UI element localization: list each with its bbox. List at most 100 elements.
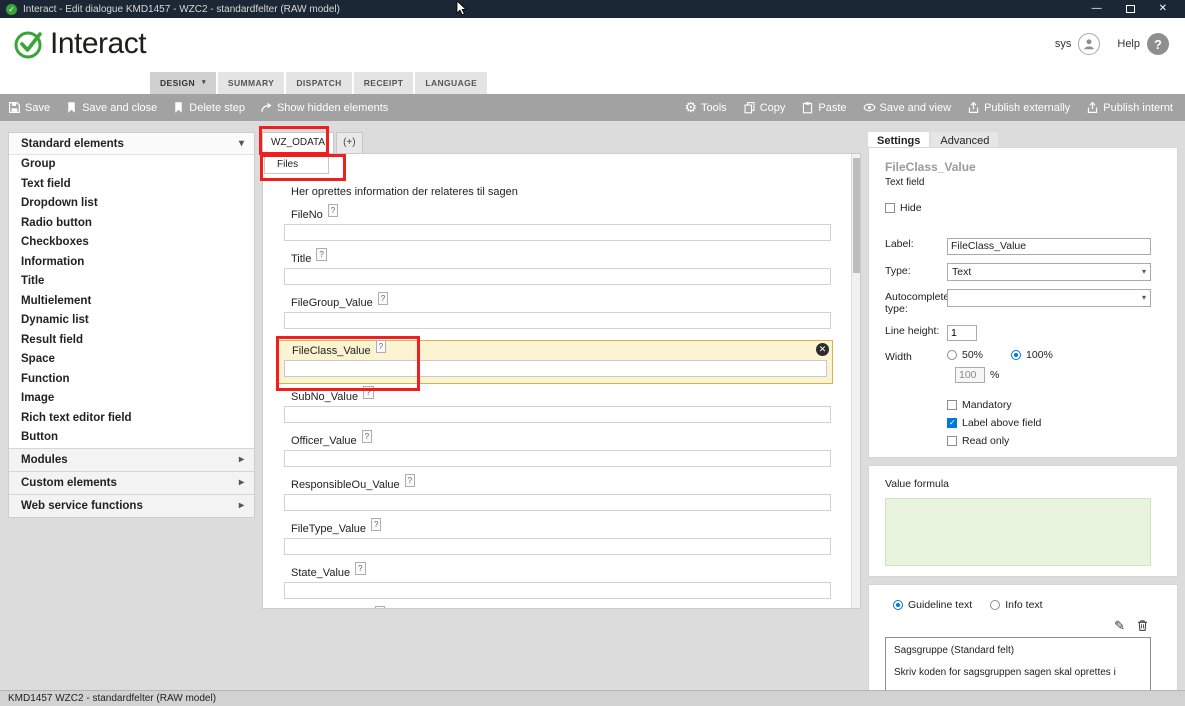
line-height-input[interactable] <box>947 325 977 341</box>
mandatory-checkbox[interactable] <box>947 400 957 410</box>
autocomplete-select[interactable]: ▾ <box>947 289 1151 307</box>
save-button[interactable]: Save <box>8 101 50 114</box>
sidebar-item-button[interactable]: Button <box>9 428 254 448</box>
form-field-officer-value[interactable]: Officer_Value ? <box>284 434 831 467</box>
field-input[interactable] <box>284 224 831 241</box>
tab-receipt[interactable]: RECEIPT <box>354 72 414 94</box>
sidebar-item-function[interactable]: Function <box>9 370 254 390</box>
help-badge-icon[interactable]: ? <box>328 204 338 217</box>
width-50-radio-row[interactable]: 50% <box>947 349 983 361</box>
help-badge-icon[interactable]: ? <box>316 248 326 261</box>
edit-pencil-icon[interactable]: ✎ <box>1114 619 1125 632</box>
help-badge-icon[interactable]: ? <box>405 474 415 487</box>
sidebar-item-space[interactable]: Space <box>9 350 254 370</box>
help-badge-icon[interactable]: ? <box>378 292 388 305</box>
user-avatar-icon[interactable] <box>1078 33 1100 55</box>
sidebar-header-standard-elements[interactable]: Standard elements ▾ <box>9 133 254 155</box>
info-text-radio[interactable] <box>990 600 1000 610</box>
sidebar-item-dropdown-list[interactable]: Dropdown list <box>9 194 254 214</box>
form-field-fileclass-value-selected[interactable]: FileClass_Value ? ✕ <box>278 340 833 384</box>
chevron-down-icon[interactable]: ▾ <box>202 72 206 94</box>
close-button[interactable]: ✕ <box>1159 0 1167 18</box>
width-100-radio[interactable] <box>1011 350 1021 360</box>
help-badge-icon[interactable]: ? <box>355 562 365 575</box>
field-input[interactable] <box>284 494 831 511</box>
mandatory-checkbox-row[interactable]: Mandatory <box>947 399 1151 411</box>
info-text-radio-row[interactable]: Info text <box>990 599 1042 611</box>
form-field-state-value[interactable]: State_Value ? <box>284 566 831 599</box>
tools-button[interactable]: ⚙ Tools <box>684 101 726 114</box>
tab-settings[interactable]: Settings <box>868 132 929 147</box>
save-and-close-button[interactable]: Save and close <box>65 101 157 114</box>
read-only-checkbox[interactable] <box>947 436 957 446</box>
sidebar-item-group[interactable]: Group <box>9 155 254 175</box>
field-input[interactable] <box>284 312 831 329</box>
value-formula-textarea[interactable] <box>885 498 1151 566</box>
help-badge-icon[interactable]: ? <box>371 518 381 531</box>
hide-checkbox[interactable] <box>885 203 895 213</box>
paste-button[interactable]: Paste <box>801 101 846 114</box>
sidebar-section-modules[interactable]: Modules ▸ <box>9 448 254 471</box>
field-input[interactable] <box>284 582 831 599</box>
sidebar-item-image[interactable]: Image <box>9 389 254 409</box>
sidebar-item-dynamic-list[interactable]: Dynamic list <box>9 311 254 331</box>
sidebar-item-information[interactable]: Information <box>9 253 254 273</box>
delete-step-button[interactable]: Delete step <box>172 101 245 114</box>
dialog-tab-wz-odata[interactable]: WZ_ODATA <box>262 132 334 153</box>
minimize-button[interactable]: — <box>1092 0 1102 18</box>
tab-advanced[interactable]: Advanced <box>931 132 998 147</box>
step-tab-files[interactable]: Files <box>264 155 329 174</box>
sidebar-item-multielement[interactable]: Multielement <box>9 292 254 312</box>
width-100-radio-row[interactable]: 100% <box>1011 349 1053 361</box>
field-input[interactable] <box>284 450 831 467</box>
copy-button[interactable]: Copy <box>743 101 786 114</box>
field-input[interactable] <box>284 406 831 423</box>
delete-trash-icon[interactable] <box>1136 619 1149 632</box>
publish-externally-button[interactable]: Publish externally <box>967 101 1070 114</box>
field-input[interactable] <box>284 268 831 285</box>
tab-dispatch[interactable]: DISPATCH <box>286 72 351 94</box>
tab-design[interactable]: DESIGN ▾ <box>150 72 216 94</box>
publish-internt-button[interactable]: Publish internt <box>1086 101 1173 114</box>
type-select[interactable]: Text ▾ <box>947 263 1151 281</box>
hide-checkbox-row[interactable]: Hide <box>885 202 1151 214</box>
field-input[interactable] <box>284 538 831 555</box>
form-field-subno-value[interactable]: SubNo_Value ? <box>284 390 831 423</box>
add-dialog-tab[interactable]: (+) <box>336 132 363 153</box>
sidebar-section-web-service-functions[interactable]: Web service functions ▸ <box>9 494 254 517</box>
form-field-filetype-value[interactable]: FileType_Value ? <box>284 522 831 555</box>
scrollbar-thumb[interactable] <box>853 158 860 273</box>
width-custom-input[interactable] <box>955 367 985 383</box>
help-icon[interactable]: ? <box>1147 33 1169 55</box>
maximize-button[interactable] <box>1126 5 1135 13</box>
tab-summary[interactable]: SUMMARY <box>218 72 284 94</box>
guideline-text-radio[interactable] <box>893 600 903 610</box>
help-badge-icon[interactable]: ? <box>375 606 385 609</box>
help-badge-icon[interactable]: ? <box>362 430 372 443</box>
label-above-field-checkbox-row[interactable]: Label above field <box>947 417 1151 429</box>
form-field-title[interactable]: Title ? <box>284 252 831 285</box>
label-above-field-checkbox[interactable] <box>947 418 957 428</box>
sidebar-item-checkboxes[interactable]: Checkboxes <box>9 233 254 253</box>
save-and-view-button[interactable]: Save and view <box>863 101 952 114</box>
sidebar-section-custom-elements[interactable]: Custom elements ▸ <box>9 471 254 494</box>
sidebar-item-result-field[interactable]: Result field <box>9 331 254 351</box>
show-hidden-elements-button[interactable]: Show hidden elements <box>260 101 388 114</box>
width-50-radio[interactable] <box>947 350 957 360</box>
field-input[interactable] <box>284 360 827 377</box>
canvas-scrollbar[interactable] <box>851 154 860 608</box>
tab-language[interactable]: LANGUAGE <box>415 72 487 94</box>
read-only-checkbox-row[interactable]: Read only <box>947 435 1151 447</box>
remove-field-icon[interactable]: ✕ <box>816 343 829 356</box>
sidebar-item-title[interactable]: Title <box>9 272 254 292</box>
guideline-text-radio-row[interactable]: Guideline text <box>893 599 972 611</box>
form-field-responsibleou-value[interactable]: ResponsibleOu_Value ? <box>284 478 831 511</box>
form-field-filegroup-value[interactable]: FileGroup_Value ? <box>284 296 831 329</box>
label-input[interactable] <box>947 238 1151 255</box>
help-badge-icon[interactable]: ? <box>376 340 386 353</box>
sidebar-item-radio-button[interactable]: Radio button <box>9 214 254 234</box>
help-badge-icon[interactable]: ? <box>363 386 373 399</box>
form-field-fileno[interactable]: FileNo ? <box>284 208 831 241</box>
sidebar-item-rich-text-editor-field[interactable]: Rich text editor field <box>9 409 254 429</box>
help-link[interactable]: Help <box>1117 38 1140 50</box>
